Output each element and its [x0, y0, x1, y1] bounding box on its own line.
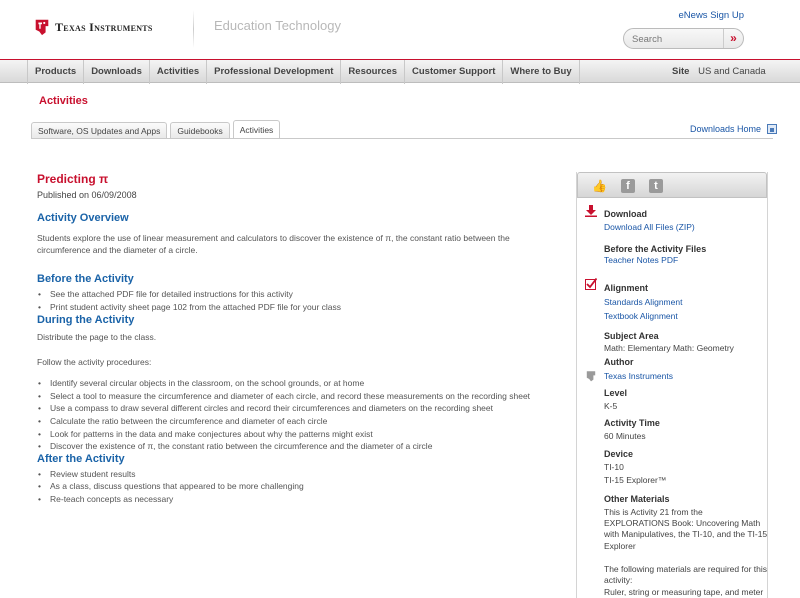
- during-list: Identify several circular objects in the…: [37, 377, 547, 453]
- site-selector[interactable]: Site US and Canada: [672, 60, 766, 83]
- home-icon: [767, 124, 778, 134]
- tab-bar: Software, OS Updates and Apps Guidebooks…: [31, 120, 283, 139]
- nav-downloads[interactable]: Downloads: [84, 60, 150, 84]
- list-item: Calculate the ratio between the circumfe…: [37, 415, 547, 428]
- tab-guidebooks[interactable]: Guidebooks: [170, 122, 230, 139]
- activity-sidebar: 👍 f t Download Download All Files (ZIP) …: [576, 172, 768, 598]
- section-name: Education Technology: [214, 18, 341, 33]
- ti-logo-icon: [35, 19, 49, 36]
- materials-list: Ruler, string or measuring tape, and met…: [604, 587, 764, 597]
- nav-where-to-buy[interactable]: Where to Buy: [503, 60, 580, 84]
- activity-time-heading: Activity Time: [604, 418, 660, 428]
- tab-software-os-updates[interactable]: Software, OS Updates and Apps: [31, 122, 168, 139]
- main-nav: Products Downloads Activities Profession…: [0, 59, 800, 84]
- download-all-files-link[interactable]: Download All Files (ZIP): [604, 222, 695, 232]
- logo-text: Texas Instruments: [55, 19, 153, 34]
- site-label: Site: [672, 66, 690, 77]
- facebook-icon[interactable]: f: [621, 179, 635, 193]
- standards-alignment-link[interactable]: Standards Alignment: [604, 297, 682, 307]
- before-heading: Before the Activity: [37, 273, 134, 285]
- share-bar: 👍 f t: [577, 172, 767, 198]
- ti-author-icon: [586, 371, 596, 382]
- device-item: TI-10: [604, 462, 624, 472]
- author-heading: Author: [604, 357, 634, 367]
- checkbox-check-icon: [585, 278, 597, 290]
- published-date: Published on 06/09/2008: [37, 190, 137, 200]
- other-materials-heading: Other Materials: [604, 494, 670, 504]
- level-value: K-5: [604, 401, 618, 411]
- downloads-home-link[interactable]: Downloads Home: [690, 124, 778, 134]
- device-heading: Device: [604, 449, 634, 459]
- overview-heading: Activity Overview: [37, 212, 129, 224]
- nav-professional-development[interactable]: Professional Development: [207, 60, 342, 84]
- device-item: TI-15 Explorer™: [604, 475, 667, 485]
- after-list: Review student results As a class, discu…: [37, 468, 547, 506]
- activity-title: Predicting π: [37, 172, 109, 186]
- overview-text: Students explore the use of linear measu…: [37, 233, 510, 255]
- list-item: Print student activity sheet page 102 fr…: [37, 301, 547, 314]
- nav-resources[interactable]: Resources: [341, 60, 406, 84]
- ti-logo[interactable]: Texas Instruments: [33, 18, 153, 36]
- site-value[interactable]: US and Canada: [698, 66, 766, 77]
- list-item: Look for patterns in the data and make c…: [37, 428, 547, 441]
- level-heading: Level: [604, 388, 628, 398]
- nav-customer-support[interactable]: Customer Support: [405, 60, 504, 84]
- textbook-alignment-link[interactable]: Textbook Alignment: [604, 311, 678, 321]
- teacher-notes-link[interactable]: Teacher Notes PDF: [604, 255, 678, 265]
- list-item: Identify several circular objects in the…: [37, 377, 547, 390]
- search-box: »: [623, 28, 744, 49]
- before-list: See the attached PDF file for detailed i…: [37, 288, 547, 313]
- twitter-icon[interactable]: t: [649, 179, 663, 193]
- activity-time-value: 60 Minutes: [604, 431, 646, 441]
- list-item: See the attached PDF file for detailed i…: [37, 288, 547, 301]
- site-header: Texas Instruments Education Technology e…: [0, 0, 800, 58]
- materials-required-text: The following materials are required for…: [604, 564, 767, 586]
- subject-area-value: Math: Elementary Math: Geometry: [604, 343, 734, 353]
- download-heading: Download: [604, 209, 647, 219]
- tab-underline: [31, 138, 773, 139]
- during-text-distribute: Distribute the page to the class.: [37, 332, 157, 343]
- nav-activities[interactable]: Activities: [150, 60, 208, 84]
- page-title: Activities: [39, 95, 88, 107]
- header-divider: [193, 10, 194, 48]
- thumbs-up-icon[interactable]: 👍: [592, 179, 607, 193]
- list-item: Re-teach concepts as necessary: [37, 493, 547, 506]
- list-item: As a class, discuss questions that appea…: [37, 480, 547, 493]
- before-files-heading: Before the Activity Files: [604, 244, 707, 254]
- during-text-follow: Follow the activity procedures:: [37, 357, 152, 368]
- activity-content: Predicting π Published on 06/09/2008 Act…: [37, 172, 547, 506]
- list-item: Use a compass to draw several different …: [37, 402, 547, 415]
- subject-area-heading: Subject Area: [604, 331, 659, 341]
- list-item: Select a tool to measure the circumferen…: [37, 390, 547, 403]
- other-materials-text: This is Activity 21 from the EXPLORATION…: [604, 507, 768, 551]
- downloads-home-label: Downloads Home: [690, 124, 762, 134]
- list-item: Review student results: [37, 468, 547, 481]
- list-item: Discover the existence of π, the constan…: [37, 440, 547, 453]
- during-heading: During the Activity: [37, 314, 135, 327]
- alignment-heading: Alignment: [604, 283, 648, 293]
- author-link[interactable]: Texas Instruments: [604, 371, 673, 381]
- search-button[interactable]: »: [723, 29, 743, 48]
- download-icon: [585, 205, 597, 217]
- tab-activities[interactable]: Activities: [232, 120, 281, 139]
- nav-products[interactable]: Products: [27, 60, 85, 84]
- search-input[interactable]: [632, 32, 722, 46]
- enews-signup-link[interactable]: eNews Sign Up: [679, 10, 744, 21]
- after-heading: After the Activity: [37, 452, 125, 465]
